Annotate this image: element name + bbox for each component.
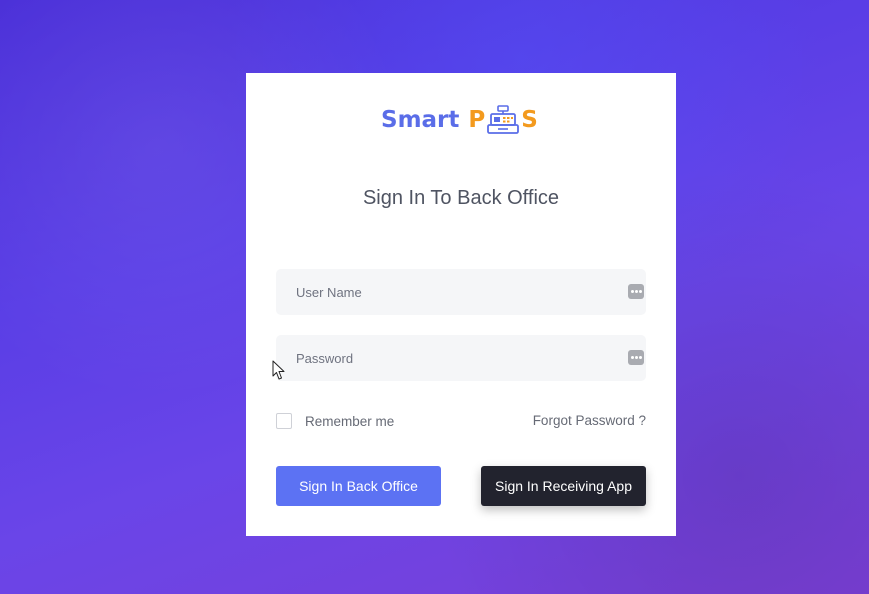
login-card: Smart P S Sign In To Back Office User Na… [246,73,676,536]
sign-in-back-office-button[interactable]: Sign In Back Office [276,466,441,506]
mouse-cursor-icon [272,360,285,380]
dots-icon [628,284,644,299]
cash-register-icon [487,105,520,134]
page-title: Sign In To Back Office [362,187,560,209]
smartpos-logo: Smart P S [381,103,551,137]
password-input[interactable] [276,335,616,381]
logo-text-s: S [521,107,538,133]
remember-me[interactable]: Remember me [276,412,394,430]
sign-in-receiving-app-button[interactable]: Sign In Receiving App [481,466,646,506]
username-input[interactable] [276,269,616,315]
dots-icon [628,350,644,365]
logo-text-smart: Smart [381,107,460,133]
remember-me-label: Remember me [305,413,395,429]
remember-me-checkbox[interactable] [276,413,292,429]
forgot-password-link[interactable]: Forgot Password ? [533,412,646,430]
password-field-wrapper [276,335,646,381]
logo-text-p: P [468,107,486,133]
username-field-wrapper [276,269,646,315]
